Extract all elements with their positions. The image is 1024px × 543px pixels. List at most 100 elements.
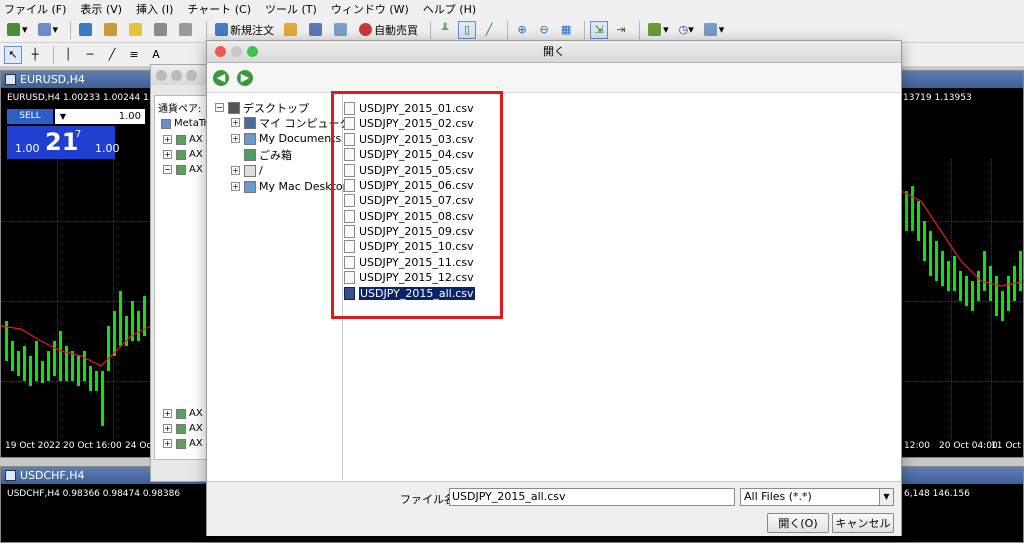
filename-input[interactable]: USDJPY_2015_all.csv xyxy=(449,488,735,506)
crosshair-button[interactable]: ┼ xyxy=(26,46,44,64)
forward-arrow-icon[interactable]: ▶ xyxy=(237,69,253,86)
market-watch-button[interactable] xyxy=(76,21,97,39)
horizontal-line-icon: ─ xyxy=(86,48,94,61)
tree-item-documents[interactable]: + My Documents xyxy=(231,131,341,146)
time-label: 12:00 xyxy=(904,441,930,451)
close-dot[interactable] xyxy=(156,70,167,81)
maximize-button[interactable] xyxy=(247,46,258,57)
auto-trade-label: 自動売買 xyxy=(374,23,419,37)
candle-chart-icon: ▯ xyxy=(464,23,471,36)
new-order-button[interactable]: 新規注文 xyxy=(212,21,277,39)
text-button[interactable]: A xyxy=(147,46,165,64)
navigator-item[interactable]: + AX xyxy=(163,149,203,160)
menu-view[interactable]: 表示 (V) xyxy=(80,1,122,17)
toolbar-separator xyxy=(507,20,509,39)
template-icon xyxy=(703,23,717,36)
templates-button[interactable]: ▾ xyxy=(701,21,728,39)
sell-button[interactable]: SELL xyxy=(7,109,53,124)
menu-insert[interactable]: 挿入 (I) xyxy=(136,1,173,17)
zoom-out-button[interactable]: ⊖ xyxy=(535,21,553,39)
channel-button[interactable]: ≡ xyxy=(125,46,143,64)
menu-help[interactable]: ヘルプ (H) xyxy=(423,1,476,17)
navigator-item[interactable]: + AX xyxy=(163,423,203,434)
dialog-titlebar: 開く xyxy=(207,41,901,63)
tester-icon xyxy=(179,23,193,36)
line-chart-button[interactable]: ╱ xyxy=(480,21,498,39)
open-file-dialog: 開く ◀ ▶ − デスクトップ + マイ コンピューター + My Documents… xyxy=(206,40,902,536)
periods-button[interactable]: ◷ ▾ xyxy=(676,21,697,39)
toolbar-separator xyxy=(639,20,641,39)
maximize-dot[interactable] xyxy=(186,70,197,81)
profiles-icon xyxy=(37,23,51,36)
signal-icon xyxy=(334,23,348,36)
auto-trade-icon xyxy=(359,23,373,36)
folder-icon xyxy=(176,134,186,145)
trendline-icon: ╱ xyxy=(108,48,116,61)
auto-trade-button[interactable]: 自動売買 xyxy=(356,21,421,39)
channel-icon: ≡ xyxy=(129,48,139,61)
minimize-dot[interactable] xyxy=(171,70,182,81)
navigator-item[interactable]: + AX xyxy=(163,408,203,419)
chart-shift-button[interactable]: ⇥ xyxy=(612,21,630,39)
cancel-button[interactable]: キャンセル xyxy=(832,513,894,533)
grid-icon: ▦ xyxy=(560,23,572,36)
terminal-button[interactable] xyxy=(151,21,172,39)
minimize-button[interactable] xyxy=(231,46,242,57)
tree-item-root[interactable]: + / xyxy=(231,163,263,178)
folder-tree: − デスクトップ + マイ コンピューター + My Documents ごみ箱 + /… xyxy=(207,94,362,480)
tester-button[interactable] xyxy=(176,21,197,39)
navigator-item[interactable]: + AX xyxy=(163,134,203,145)
ohlc-readout-right: 6,148 146.156 xyxy=(904,489,970,499)
candle-chart-button[interactable]: ▯ xyxy=(458,20,477,39)
price-chart-right xyxy=(901,186,1024,321)
folder-icon xyxy=(176,438,186,449)
trash-icon xyxy=(244,148,256,161)
indicators-button[interactable]: ▾ xyxy=(645,21,672,39)
trendline-button[interactable]: ╱ xyxy=(103,46,121,64)
lot-dropdown-arrow[interactable]: ▼ xyxy=(55,109,71,124)
highlight-box xyxy=(331,91,503,319)
menu-chart[interactable]: チャート (C) xyxy=(187,1,251,17)
cursor-button[interactable]: ↖ xyxy=(4,45,22,64)
price-prefix: 1.00 xyxy=(15,142,40,155)
chart-title: EURUSD,H4 xyxy=(20,73,85,86)
navigator-item[interactable]: − AX xyxy=(163,164,203,175)
back-arrow-icon[interactable]: ◀ xyxy=(213,69,229,86)
tree-item-trash[interactable]: ごみ箱 xyxy=(244,147,292,162)
navigator-item[interactable]: + AX xyxy=(163,438,203,449)
lot-input[interactable]: 1.00 xyxy=(71,109,145,124)
zoom-in-icon: ⊕ xyxy=(517,23,527,36)
sell-price-box[interactable]: 1.00 21 7 1.00 xyxy=(7,126,120,159)
autoscroll-button[interactable]: ⇲ xyxy=(590,20,609,39)
navigator-root-label: MetaTr xyxy=(174,118,208,129)
close-button[interactable] xyxy=(215,46,226,57)
bar-chart-button[interactable]: ╨ xyxy=(436,21,454,39)
toolbar-separator xyxy=(206,20,208,39)
tree-label: デスクトップ xyxy=(243,101,309,115)
menu-window[interactable]: ウィンドウ (W) xyxy=(331,1,409,17)
metaeditor-button[interactable] xyxy=(281,21,302,39)
vertical-line-button[interactable]: │ xyxy=(59,46,77,64)
navigator-title: 通貨ペア: xyxy=(158,104,202,115)
open-button[interactable]: 開く(O) xyxy=(767,513,829,533)
tree-item-desktop[interactable]: − デスクトップ xyxy=(215,100,309,115)
time-label: 20 Oct 04:00 xyxy=(939,441,998,451)
new-chart-button[interactable]: ▾ xyxy=(4,21,31,39)
menu-tools[interactable]: ツール (T) xyxy=(265,1,317,17)
signals-button[interactable] xyxy=(331,21,352,39)
favorites-button[interactable] xyxy=(126,21,147,39)
navigator-root[interactable]: MetaTr xyxy=(161,118,208,129)
cursor-icon: ↖ xyxy=(8,48,18,61)
text-icon: A xyxy=(152,48,160,61)
file-type-select[interactable]: All Files (*.*) ▼ xyxy=(740,488,894,506)
tile-windows-button[interactable]: ▦ xyxy=(557,21,575,39)
people-icon xyxy=(309,23,323,36)
menu-file[interactable]: ファイル (F) xyxy=(4,1,66,17)
profiles-button[interactable]: ▾ xyxy=(35,21,62,39)
vertical-line-icon: │ xyxy=(64,48,72,61)
horizontal-line-button[interactable]: ─ xyxy=(81,46,99,64)
navigator-button[interactable] xyxy=(101,21,122,39)
new-order-label: 新規注文 xyxy=(230,23,275,37)
community-button[interactable] xyxy=(306,21,327,39)
zoom-in-button[interactable]: ⊕ xyxy=(513,21,531,39)
